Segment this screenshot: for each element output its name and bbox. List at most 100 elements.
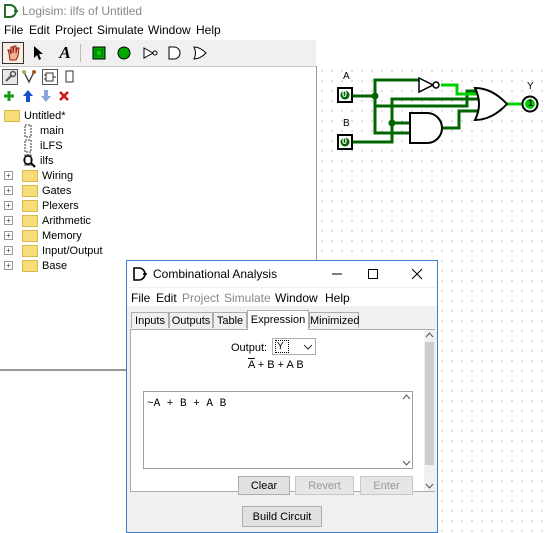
close-button[interactable] xyxy=(407,265,427,283)
tab-outputs[interactable]: Outputs xyxy=(169,312,213,328)
wrench-icon xyxy=(5,70,17,82)
toolbox-view-button[interactable] xyxy=(2,69,18,85)
expand-icon[interactable]: + xyxy=(4,261,13,270)
clear-button[interactable]: Clear xyxy=(238,476,290,495)
wire-junction xyxy=(371,92,379,100)
circuit-layout-icon xyxy=(44,72,56,82)
folder-icon xyxy=(22,169,38,182)
tree-circuit-ilfs-current[interactable]: ilfs xyxy=(22,153,53,168)
expression-display: A + B + A B xyxy=(248,359,304,371)
or-gate-tool-button[interactable] xyxy=(189,42,211,64)
expression-textarea[interactable]: ~A + B + A B xyxy=(143,391,413,469)
expand-icon[interactable]: + xyxy=(4,216,13,225)
magnifier-circuit-icon xyxy=(23,154,36,168)
output-select[interactable]: Y xyxy=(272,338,316,355)
logisim-logo-icon xyxy=(4,4,18,18)
tree-library-gates[interactable]: + Gates xyxy=(4,183,71,198)
menu-file[interactable]: File xyxy=(4,23,23,37)
explorer-toolbar xyxy=(0,67,316,107)
maximize-button[interactable] xyxy=(363,265,383,283)
pin-a-value: 0 xyxy=(342,89,348,99)
menu-help[interactable]: Help xyxy=(196,23,221,37)
maximize-icon xyxy=(368,269,378,279)
tree-library-label: Gates xyxy=(42,184,72,197)
tree-library-arithmetic[interactable]: + Arithmetic xyxy=(4,213,91,228)
output-y-label: Y xyxy=(527,81,534,92)
dialog-menu-window[interactable]: Window xyxy=(275,291,318,305)
tree-library-input-output[interactable]: + Input/Output xyxy=(4,243,103,258)
tree-circuit-main[interactable]: main xyxy=(22,123,64,138)
move-circuit-down-button[interactable] xyxy=(40,90,52,102)
circuit-icon xyxy=(24,139,32,152)
textarea-scrollbar[interactable] xyxy=(401,392,412,468)
and-gate-tool-button[interactable] xyxy=(164,42,186,64)
tab-minimized[interactable]: Minimized xyxy=(309,312,360,328)
tree-hierarchy-icon xyxy=(22,70,36,84)
dialog-menubar: File Edit Project Simulate Window Help xyxy=(127,288,437,306)
output-pin-icon xyxy=(117,46,131,60)
add-circuit-button[interactable] xyxy=(3,90,15,102)
expand-icon[interactable]: + xyxy=(4,231,13,240)
dialog-menu-help[interactable]: Help xyxy=(325,291,350,305)
poke-tool-button[interactable] xyxy=(2,42,24,64)
output-pin-tool-button[interactable] xyxy=(113,42,135,64)
expand-icon[interactable]: + xyxy=(4,246,13,255)
text-tool-button[interactable]: A xyxy=(54,42,76,64)
tree-library-base[interactable]: + Base xyxy=(4,258,67,273)
chevron-down-icon xyxy=(303,344,313,350)
enter-button: Enter xyxy=(360,476,413,495)
panel-vertical-scrollbar[interactable] xyxy=(424,330,435,491)
hand-icon xyxy=(7,45,20,61)
tree-circuit-ilfs-upper[interactable]: iLFS xyxy=(22,138,63,153)
folder-icon xyxy=(22,214,38,227)
tree-library-label: Arithmetic xyxy=(42,214,91,227)
dialog-menu-edit[interactable]: Edit xyxy=(156,291,177,305)
tree-library-label: Wiring xyxy=(42,169,74,182)
arrow-pointer-icon xyxy=(34,46,43,60)
not-gate[interactable] xyxy=(418,76,440,94)
tree-library-label: Input/Output xyxy=(42,244,103,257)
select-tool-button[interactable] xyxy=(28,42,50,64)
menu-project[interactable]: Project xyxy=(55,23,92,37)
dialog-menu-file[interactable]: File xyxy=(131,291,150,305)
build-circuit-button[interactable]: Build Circuit xyxy=(242,506,322,527)
toolbar-divider xyxy=(80,44,81,62)
or-gate-icon xyxy=(193,46,207,60)
output-select-value: Y xyxy=(275,340,289,353)
tree-library-plexers[interactable]: + Plexers xyxy=(4,198,79,213)
appearance-edit-button[interactable] xyxy=(62,69,78,85)
input-pin-icon xyxy=(92,46,106,60)
not-gate-tool-button[interactable] xyxy=(139,42,161,64)
menu-edit[interactable]: Edit xyxy=(29,23,50,37)
tree-library-wiring[interactable]: + Wiring xyxy=(4,168,73,183)
minimize-button[interactable] xyxy=(327,265,347,283)
layout-edit-button[interactable] xyxy=(42,69,58,85)
expand-icon[interactable]: + xyxy=(4,171,13,180)
circuit-icon xyxy=(24,124,32,137)
wire-junction xyxy=(388,119,396,127)
menu-window[interactable]: Window xyxy=(148,23,191,37)
move-circuit-up-button[interactable] xyxy=(22,90,34,102)
main-toolbar: A xyxy=(0,40,316,67)
logisim-logo-icon xyxy=(133,267,147,281)
input-pin-tool-button[interactable] xyxy=(88,42,110,64)
red-x-icon xyxy=(59,91,69,101)
tree-project-node[interactable]: Untitled* xyxy=(4,108,66,123)
dialog-titlebar: Combinational Analysis xyxy=(127,261,437,287)
remove-circuit-button[interactable] xyxy=(58,90,70,102)
menu-simulate[interactable]: Simulate xyxy=(97,23,144,37)
tree-library-memory[interactable]: + Memory xyxy=(4,228,82,243)
close-icon xyxy=(411,268,423,280)
tab-inputs[interactable]: Inputs xyxy=(131,312,169,328)
simulation-view-button[interactable] xyxy=(21,69,37,85)
expand-icon[interactable]: + xyxy=(4,201,13,210)
tree-circuit-label: main xyxy=(40,124,64,137)
expand-icon[interactable]: + xyxy=(4,186,13,195)
and-gate[interactable] xyxy=(409,112,443,144)
output-y-value: 1 xyxy=(528,98,534,108)
tab-expression[interactable]: Expression xyxy=(247,310,309,330)
or-gate[interactable] xyxy=(473,86,509,122)
dialog-menu-project: Project xyxy=(182,291,220,305)
tab-table[interactable]: Table xyxy=(213,312,247,328)
and-gate-icon xyxy=(168,46,181,60)
